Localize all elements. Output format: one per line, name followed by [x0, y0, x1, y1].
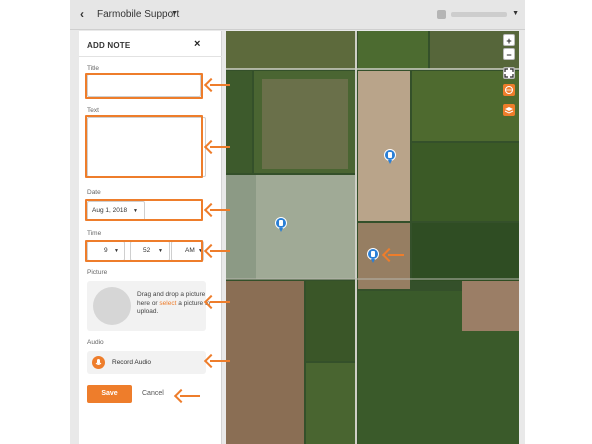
annotation-arrow: [381, 247, 404, 263]
organization-name[interactable]: Farmobile Support: [97, 9, 179, 20]
select-picture-link[interactable]: select: [159, 300, 176, 307]
user-name-redacted: [451, 12, 507, 17]
zoom-out-icon[interactable]: −: [503, 48, 515, 60]
highlight-text: [85, 115, 203, 178]
record-audio-button[interactable]: Record Audio: [87, 351, 206, 374]
annotation-arrow: [203, 139, 230, 155]
chevron-left-icon[interactable]: ‹: [80, 7, 84, 21]
annotation-arrow: [173, 388, 200, 404]
picture-placeholder-icon: [93, 287, 131, 325]
close-icon[interactable]: ×: [194, 38, 200, 50]
cancel-button[interactable]: Cancel: [142, 390, 164, 397]
annotation-arrow: [203, 243, 230, 259]
layers-icon[interactable]: [503, 104, 515, 116]
microphone-icon: [92, 356, 105, 369]
note-pin-icon[interactable]: [384, 149, 396, 164]
panel-title: ADD NOTE: [87, 41, 131, 50]
audio-label: Audio: [87, 339, 104, 346]
annotation-arrow: [203, 294, 230, 310]
highlight-time: [85, 240, 203, 262]
title-label: Title: [87, 65, 100, 72]
chevron-down-icon[interactable]: ▼: [171, 10, 178, 17]
time-label: Time: [87, 230, 102, 237]
fullscreen-icon[interactable]: [503, 67, 515, 79]
save-button[interactable]: Save: [87, 385, 132, 403]
text-label: Text: [87, 107, 99, 114]
map-imagery: [226, 31, 519, 444]
top-bar: ‹ Farmobile Support ▼ ▼: [70, 0, 525, 30]
highlight-date: [85, 199, 203, 221]
user-menu[interactable]: [437, 10, 507, 19]
divider: [79, 56, 222, 57]
annotation-arrow: [203, 202, 230, 218]
chevron-down-icon[interactable]: ▼: [512, 10, 519, 17]
annotation-arrow: [203, 77, 230, 93]
avatar-icon: [437, 10, 446, 19]
globe-icon[interactable]: [503, 84, 515, 96]
note-pin-icon[interactable]: [367, 248, 379, 263]
zoom-in-icon[interactable]: +: [503, 34, 515, 46]
picture-dropzone[interactable]: Drag and drop a picture here or select a…: [87, 281, 210, 331]
record-audio-label: Record Audio: [112, 359, 152, 366]
date-label: Date: [87, 189, 101, 196]
picture-prompt: Drag and drop a picture here or select a…: [137, 291, 211, 317]
annotation-arrow: [203, 353, 230, 369]
picture-label: Picture: [87, 269, 108, 276]
note-pin-icon[interactable]: [275, 217, 287, 232]
satellite-map[interactable]: + −: [226, 31, 519, 444]
highlight-title: [85, 73, 203, 99]
